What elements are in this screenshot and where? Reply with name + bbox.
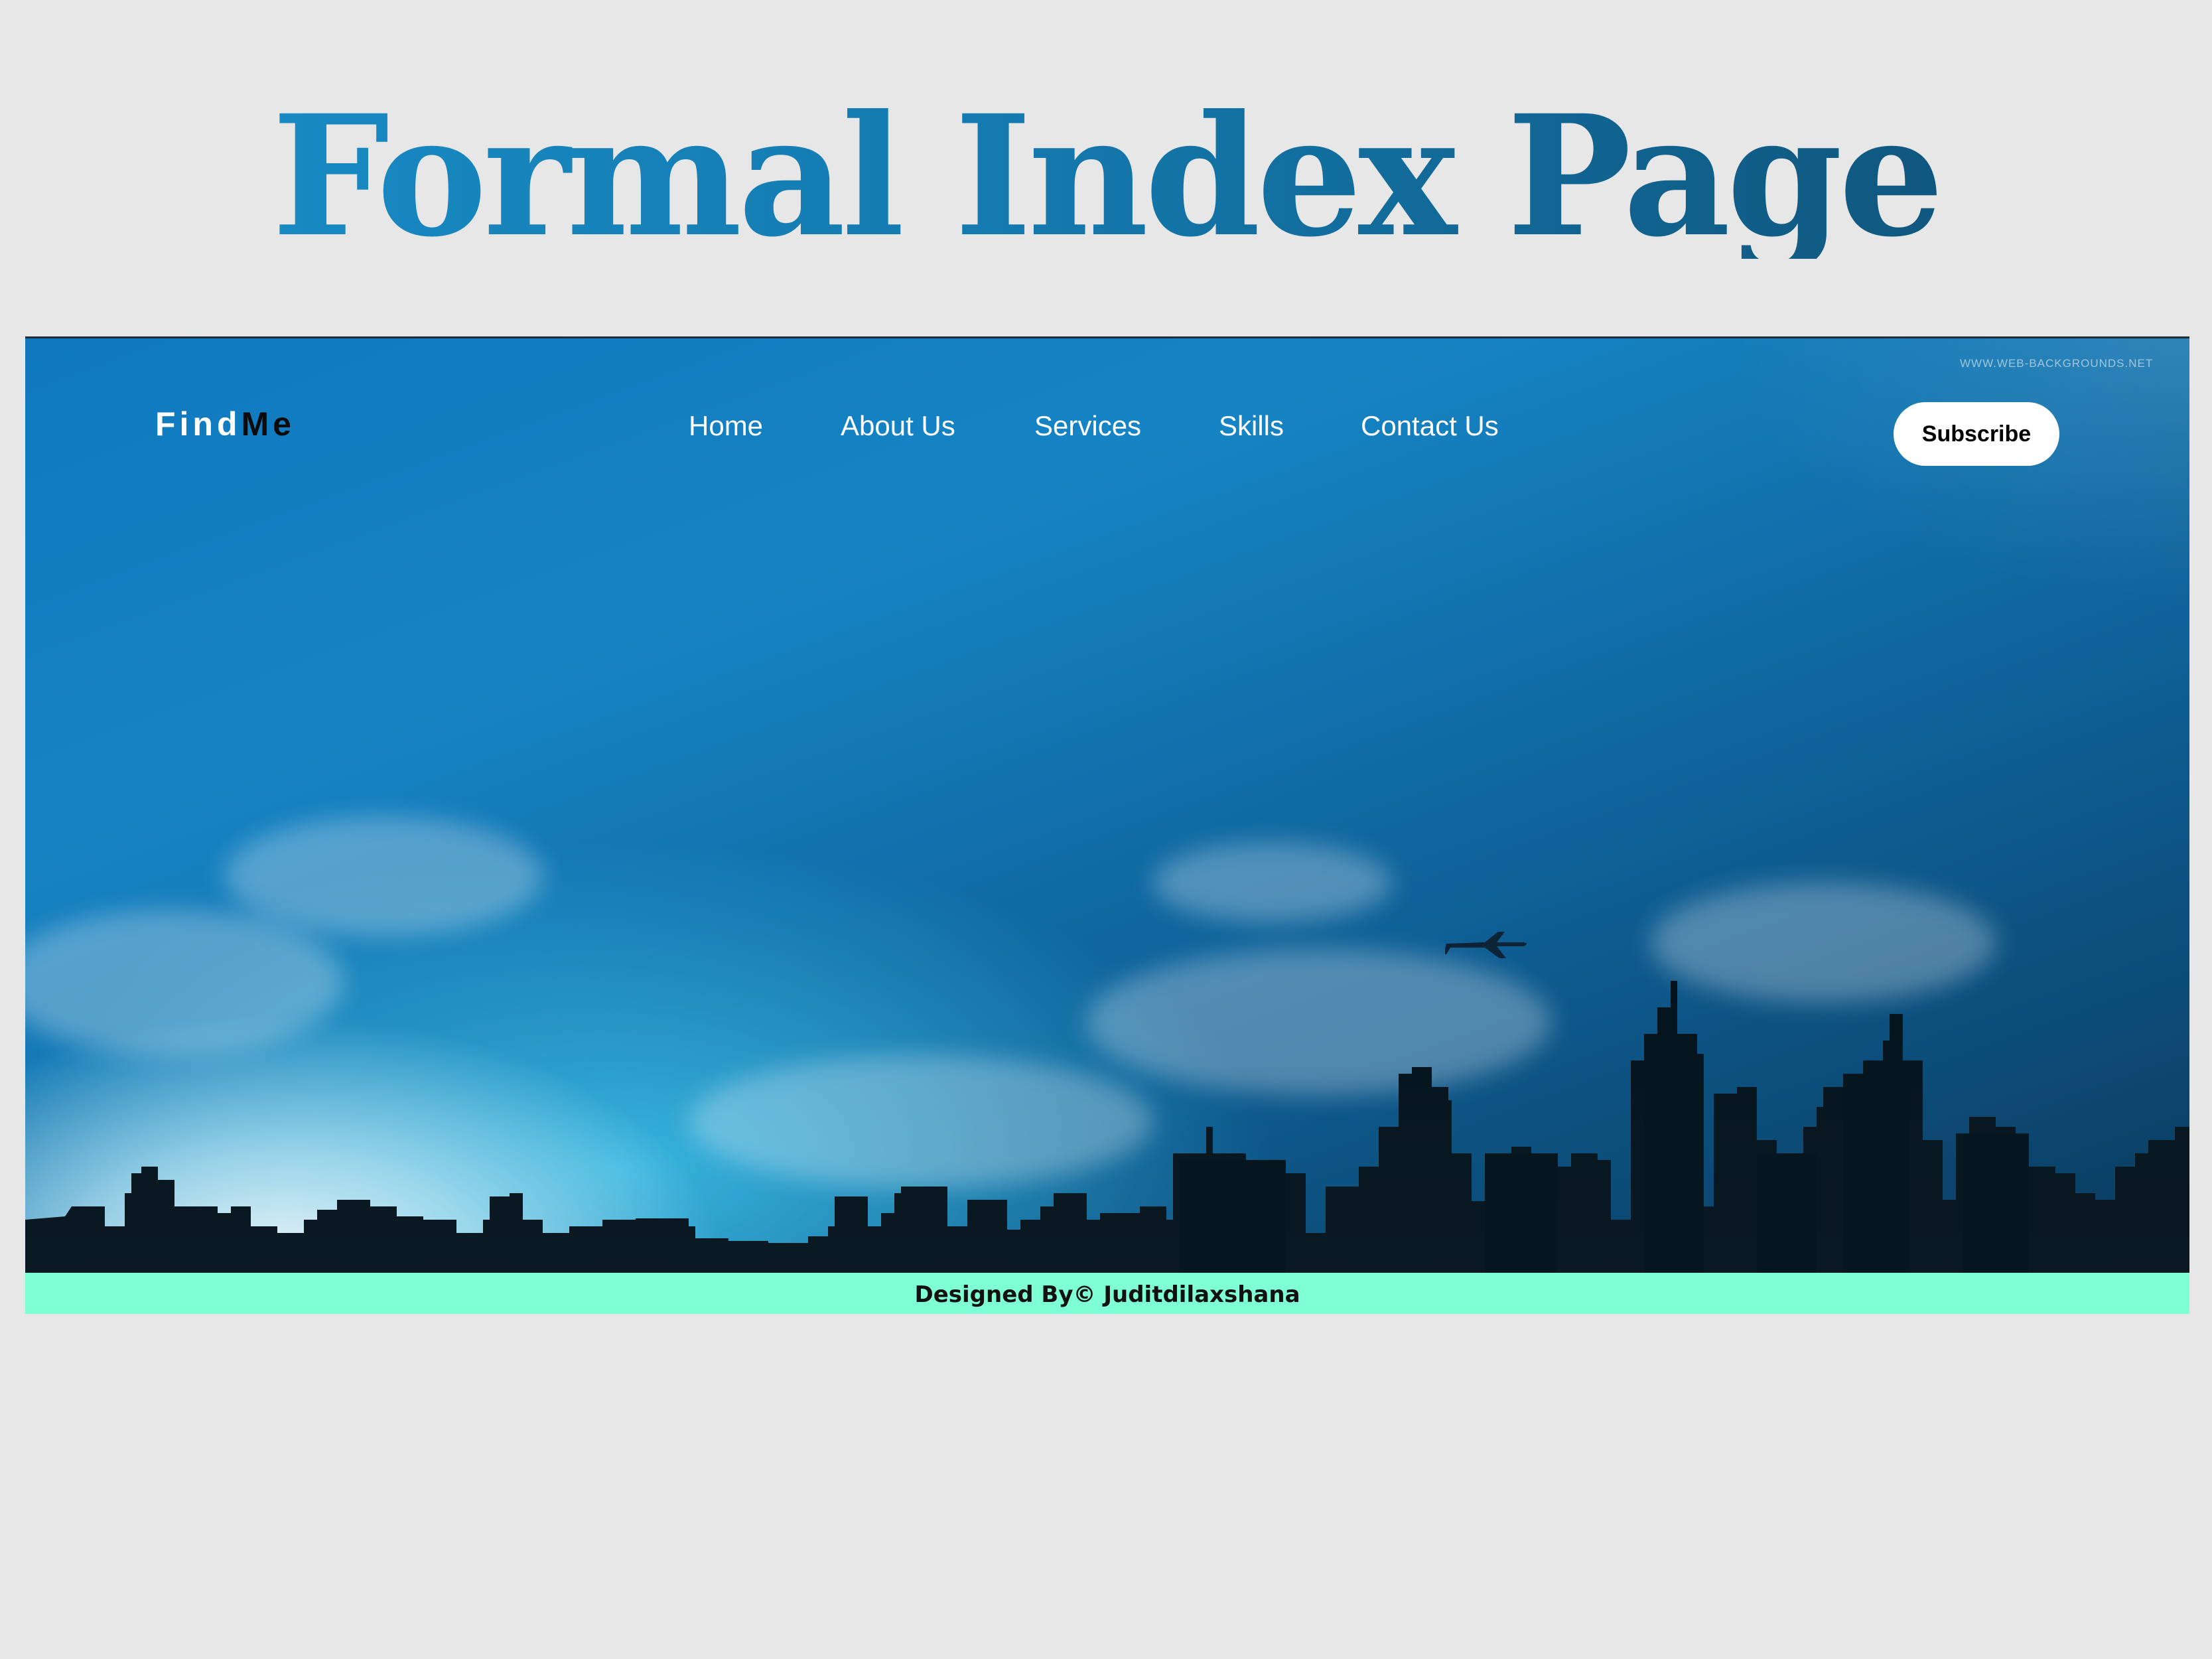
nav-skills[interactable]: Skills <box>1219 410 1284 442</box>
footer-credit: Designed By© Juditdilaxshana <box>914 1281 1300 1308</box>
page-title: Formal Index Page <box>0 93 2212 259</box>
starfield-decoration <box>1725 338 2189 604</box>
nav-services[interactable]: Services <box>1034 410 1141 442</box>
nav-about-us[interactable]: About Us <box>841 410 955 442</box>
watermark: WWW.WEB-BACKGROUNDS.NET <box>1960 357 2154 370</box>
website-preview: WWW.WEB-BACKGROUNDS.NET FindMe Home Abou… <box>25 336 2189 1314</box>
city-skyline <box>25 981 2189 1273</box>
hero-section: WWW.WEB-BACKGROUNDS.NET FindMe Home Abou… <box>25 338 2189 1273</box>
footer: Designed By© Juditdilaxshana <box>25 1273 2189 1314</box>
nav-contact-us[interactable]: Contact Us <box>1361 410 1499 442</box>
nav-home[interactable]: Home <box>689 410 763 442</box>
main-nav: Home About Us Services Skills Contact Us <box>25 410 2189 450</box>
subscribe-button[interactable]: Subscribe <box>1894 402 2059 466</box>
